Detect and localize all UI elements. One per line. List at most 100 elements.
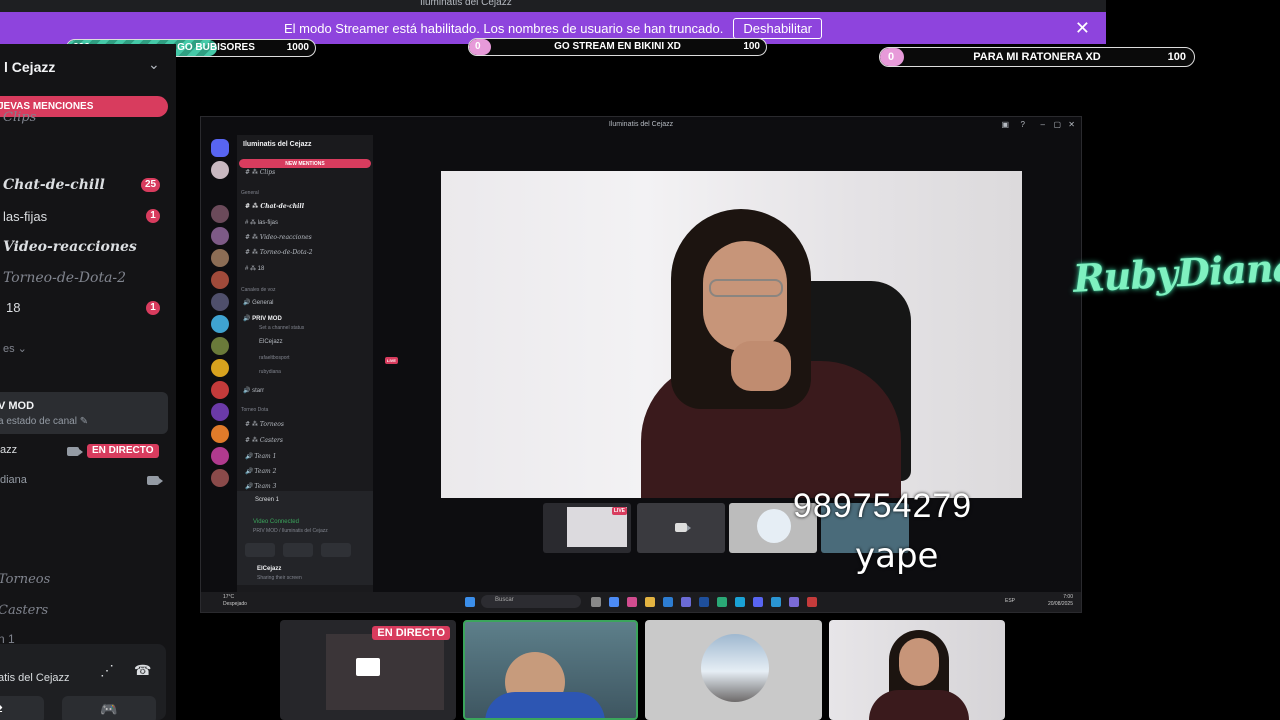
channel-video-reacciones[interactable]: Video-reacciones [3, 239, 137, 255]
connected-server-name: atis del Cejazz [0, 672, 70, 684]
channel-casters[interactable]: Casters [0, 603, 48, 618]
captured-user-status: Sharing their screen [257, 575, 302, 581]
minimize-icon: – [1040, 120, 1045, 129]
captured-video-connected: Video Connected [253, 519, 299, 525]
activity-button [321, 543, 351, 557]
server-icon [211, 381, 229, 399]
voice-user-diana[interactable]: diana [0, 474, 27, 486]
stream-preview [326, 634, 444, 710]
channel-chat-de-chill[interactable]: Chat-de-chill [3, 177, 105, 193]
voice-category[interactable]: es ⌄ [3, 342, 27, 355]
app-icon [681, 597, 691, 607]
weather-widget: 17°C Despejado [223, 594, 247, 608]
captured-voice-channel: 🔊 starr [243, 388, 265, 394]
captured-channel-label: Chat-de-chill [260, 203, 304, 210]
discord-channel-sidebar: l Cejazz ⌄ JEVAS MENCIONES Clips Chat-de… [0, 44, 176, 720]
unread-badge: 25 [141, 178, 161, 192]
goal-target-value: 100 [743, 41, 760, 52]
voice-connection-panel: atis del Cejazz ⋰ ☎ ⇄ 🎮 [0, 644, 166, 720]
channel-torneos[interactable]: Torneos [0, 572, 50, 587]
weather-temp: 17°C [223, 594, 235, 600]
close-icon[interactable]: ✕ [1075, 18, 1090, 39]
share-screen-button[interactable]: ⇄ [0, 696, 44, 720]
captured-channel: # ⁂ Torneo-de-Dota-2 [245, 249, 313, 256]
payment-number: 989754279 [793, 487, 973, 525]
app-icon [663, 597, 673, 607]
goal-bar-bikini: 0 GO STREAM EN BIKINI XD 100 [468, 38, 767, 56]
stream-canvas: Iluminatis del Cejazz El modo Streamer e… [0, 0, 1280, 720]
voice-channel-name: V MOD [0, 400, 35, 412]
captured-category: General [241, 190, 259, 196]
discord-home-icon [211, 139, 229, 157]
server-icon [211, 425, 229, 443]
help-icon: ? [1020, 120, 1025, 129]
os-taskbar: 17°C Despejado Buscar ESP 7:00 20/08/2025 [201, 592, 1081, 612]
server-icon [211, 249, 229, 267]
camera-icon [147, 476, 163, 485]
channel-18[interactable]: 18 [6, 300, 20, 315]
captured-channel: 🔊 Team 3 [245, 483, 277, 490]
noise-suppression-icon[interactable]: ⋰ [100, 662, 114, 679]
captured-live-badge: LIVE [385, 357, 398, 364]
voice-channel-status[interactable]: a estado de canal ✎ [0, 416, 88, 427]
unread-badge: 1 [146, 301, 160, 315]
app-icon [789, 597, 799, 607]
captured-new-mentions: NEW MENTIONS [239, 159, 371, 168]
voice-channel-priv-mod[interactable]: V MOD a estado de canal ✎ [0, 392, 168, 434]
captured-voice-user: rubydiana [259, 369, 281, 375]
window-title: Iluminatis del Cejazz [420, 0, 512, 8]
camera-icon [67, 447, 83, 456]
taskbar-search: Buscar [481, 595, 581, 608]
voice-status-text: a estado de canal [0, 416, 77, 427]
captured-channel-label: Torneos [259, 421, 284, 428]
captured-channel-label: Team 1 [254, 453, 277, 460]
goal-bar-ratonera: 0 PARA MI RATONERA XD 100 [879, 47, 1195, 67]
tile-cam-1[interactable] [463, 620, 638, 720]
captured-channel-label: 18 [257, 266, 265, 272]
server-name[interactable]: l Cejazz [4, 59, 55, 75]
channel-las-fijas[interactable]: las-fijas [3, 209, 47, 224]
screen-button [283, 543, 313, 557]
captured-voice-channel: 🔊 General [243, 300, 274, 306]
captured-voice-user: ElCejazz [259, 339, 283, 345]
goal-target-value: 100 [1167, 51, 1186, 63]
voice-user-cejazz[interactable]: azz [0, 444, 17, 456]
rubydiana-logo: RubyDiana [1071, 244, 1280, 301]
channel-torneo-dota[interactable]: Torneo-de-Dota-2 [3, 270, 126, 286]
streamer-message: El modo Streamer está habilitado. Los no… [283, 20, 724, 36]
app-icon [699, 597, 709, 607]
tile-stream[interactable]: EN DIRECTO [280, 620, 456, 720]
thumbnail-stream: LIVE [543, 503, 631, 553]
screen-share-icon [356, 658, 380, 676]
captured-channel: # ⁂ Video-reacciones [245, 234, 312, 241]
payment-method: yape [855, 536, 939, 576]
captured-channel-label: Clips [259, 169, 276, 176]
activities-button[interactable]: 🎮 [62, 696, 156, 720]
channel-clips[interactable]: Clips [3, 110, 36, 125]
captured-channel-label: Team 3 [254, 483, 277, 490]
disconnect-icon[interactable]: ☎ [134, 662, 151, 679]
app-icon [717, 597, 727, 607]
tile-avatar[interactable] [645, 620, 822, 720]
server-icon [211, 403, 229, 421]
clock-date: 20/08/2025 [1047, 601, 1073, 607]
goal-target-value: 1000 [286, 42, 309, 53]
captured-discord-window: Iluminatis del Cejazz ▣ ? – ▢ ✕ Iluminat… [200, 116, 1082, 613]
unread-badge: 1 [146, 209, 160, 223]
app-icon [807, 597, 817, 607]
captured-category: Torneo Dota [241, 407, 269, 413]
captured-channel-label: Video-reacciones [259, 234, 312, 241]
server-icon [211, 227, 229, 245]
captured-channel: # ⁂ Torneos [245, 421, 284, 428]
tile-cam-2[interactable] [829, 620, 1005, 720]
captured-channel-label: las-fijas [257, 220, 279, 226]
person-body [869, 690, 969, 720]
captured-voice-channel: 🔊 PRIV MOD [243, 316, 282, 322]
server-icon [211, 447, 229, 465]
chevron-down-icon[interactable]: ⌄ [148, 56, 160, 73]
language-indicator: ESP [1004, 598, 1015, 604]
captured-channel-label: Casters [259, 437, 283, 444]
window-titlebar: Iluminatis del Cejazz [0, 0, 1106, 12]
live-badge: EN DIRECTO [372, 626, 450, 640]
disable-streamer-button[interactable]: Deshabilitar [733, 17, 823, 39]
